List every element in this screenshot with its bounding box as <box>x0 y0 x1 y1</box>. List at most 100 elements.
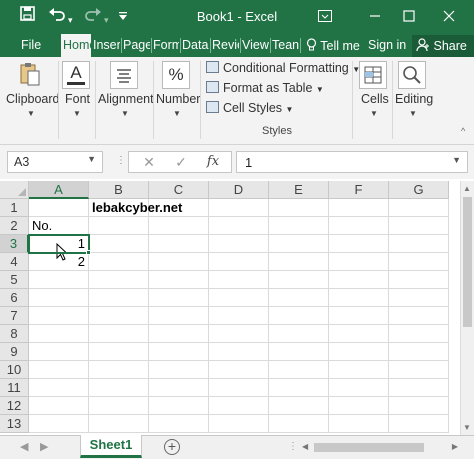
row-header-6[interactable]: 6 <box>0 289 29 307</box>
row-header-11[interactable]: 11 <box>0 379 29 397</box>
share-button[interactable]: Share <box>412 35 474 57</box>
cell-f2[interactable] <box>329 217 389 235</box>
tab-formulas[interactable]: Form <box>153 38 179 52</box>
cell-b3[interactable] <box>89 235 149 253</box>
collapse-ribbon-icon[interactable]: ^ <box>461 126 465 136</box>
cell-a3[interactable]: 1 <box>28 234 90 254</box>
row-header-13[interactable]: 13 <box>0 415 29 433</box>
tab-insert[interactable]: Inser <box>93 38 120 52</box>
cell-c2[interactable] <box>149 217 209 235</box>
number-dropdown-icon[interactable]: ▼ <box>173 109 181 118</box>
column-header-d[interactable]: D <box>209 181 269 199</box>
expand-formula-bar-icon[interactable]: ▼ <box>452 155 461 165</box>
cell-a6[interactable] <box>29 289 89 307</box>
cells-group-label[interactable]: Cells <box>361 92 389 106</box>
alignment-group-label[interactable]: Alignment <box>98 92 154 106</box>
cell-a12[interactable] <box>29 397 89 415</box>
fill-handle[interactable] <box>86 250 91 255</box>
cell-b1[interactable]: lebakcyber.net <box>89 199 182 217</box>
cell-d11[interactable] <box>209 379 269 397</box>
tab-review[interactable]: Revie <box>212 38 239 52</box>
cell-g11[interactable] <box>389 379 449 397</box>
cell-g10[interactable] <box>389 361 449 379</box>
scroll-left-icon[interactable]: ◀ <box>302 442 308 451</box>
cell-g12[interactable] <box>389 397 449 415</box>
next-sheet-icon[interactable]: ▶ <box>40 440 48 453</box>
cell-a9[interactable] <box>29 343 89 361</box>
cell-g6[interactable] <box>389 289 449 307</box>
row-header-2[interactable]: 2 <box>0 217 29 235</box>
cell-e1[interactable] <box>269 199 329 217</box>
cell-b13[interactable] <box>89 415 149 433</box>
cells-icon[interactable] <box>359 61 387 89</box>
scroll-down-icon[interactable]: ▼ <box>463 423 471 432</box>
format-as-table-button[interactable]: Format as Table ▼ <box>206 79 324 98</box>
cell-e5[interactable] <box>269 271 329 289</box>
add-sheet-icon[interactable]: + <box>164 439 180 455</box>
cell-e6[interactable] <box>269 289 329 307</box>
cell-g3[interactable] <box>389 235 449 253</box>
cell-a8[interactable] <box>29 325 89 343</box>
tab-home[interactable]: Home <box>61 34 91 57</box>
minimize-icon[interactable] <box>364 6 386 28</box>
cell-a2[interactable]: No. <box>29 217 89 235</box>
cancel-icon[interactable]: ✕ <box>133 152 165 172</box>
enter-check-icon[interactable]: ✓ <box>165 152 197 172</box>
cell-a7[interactable] <box>29 307 89 325</box>
worksheet-grid[interactable]: A B C D E F G 1 lebakcyber.net 2 No. 3 1 4 2 5 6 7 8 9 10 11 1… <box>0 181 460 435</box>
row-header-3[interactable]: 3 <box>0 235 29 253</box>
cell-a13[interactable] <box>29 415 89 433</box>
tab-page-layout[interactable]: Page <box>123 38 150 52</box>
row-header-9[interactable]: 9 <box>0 343 29 361</box>
cell-d3[interactable] <box>209 235 269 253</box>
tab-splitter[interactable]: ⋮ <box>288 441 298 452</box>
cell-f5[interactable] <box>329 271 389 289</box>
cell-d9[interactable] <box>209 343 269 361</box>
clipboard-dropdown-icon[interactable]: ▼ <box>27 109 35 118</box>
cell-g7[interactable] <box>389 307 449 325</box>
tab-data[interactable]: Data <box>182 38 209 52</box>
cell-c9[interactable] <box>149 343 209 361</box>
cells-dropdown-icon[interactable]: ▼ <box>370 109 378 118</box>
cell-b5[interactable] <box>89 271 149 289</box>
sheet-tab-sheet1[interactable]: Sheet1 <box>80 435 142 458</box>
cell-a1[interactable] <box>29 199 89 217</box>
cell-e9[interactable] <box>269 343 329 361</box>
cell-d13[interactable] <box>209 415 269 433</box>
font-dropdown-icon[interactable]: ▼ <box>73 109 81 118</box>
cell-g9[interactable] <box>389 343 449 361</box>
conditional-formatting-button[interactable]: Conditional Formatting ▼ <box>206 59 360 78</box>
ribbon-display-options-icon[interactable] <box>314 6 336 28</box>
cell-e4[interactable] <box>269 253 329 271</box>
row-header-10[interactable]: 10 <box>0 361 29 379</box>
cell-c6[interactable] <box>149 289 209 307</box>
scroll-right-icon[interactable]: ▶ <box>452 442 458 451</box>
cell-c8[interactable] <box>149 325 209 343</box>
row-header-5[interactable]: 5 <box>0 271 29 289</box>
font-group-label[interactable]: Font <box>65 92 90 106</box>
cell-f7[interactable] <box>329 307 389 325</box>
prev-sheet-icon[interactable]: ◀ <box>20 440 28 453</box>
cell-c12[interactable] <box>149 397 209 415</box>
cell-f9[interactable] <box>329 343 389 361</box>
column-header-b[interactable]: B <box>89 181 149 199</box>
column-header-f[interactable]: F <box>329 181 389 199</box>
cell-f10[interactable] <box>329 361 389 379</box>
cell-e3[interactable] <box>269 235 329 253</box>
cell-c4[interactable] <box>149 253 209 271</box>
tab-view[interactable]: View <box>242 38 269 52</box>
cell-g5[interactable] <box>389 271 449 289</box>
cell-c5[interactable] <box>149 271 209 289</box>
vertical-scroll-thumb[interactable] <box>463 197 472 327</box>
cell-c11[interactable] <box>149 379 209 397</box>
cell-f4[interactable] <box>329 253 389 271</box>
cell-f6[interactable] <box>329 289 389 307</box>
cell-d8[interactable] <box>209 325 269 343</box>
row-header-12[interactable]: 12 <box>0 397 29 415</box>
cell-g4[interactable] <box>389 253 449 271</box>
cell-c10[interactable] <box>149 361 209 379</box>
scroll-up-icon[interactable]: ▲ <box>463 184 471 193</box>
horizontal-scrollbar[interactable]: ◀ ▶ <box>300 442 460 453</box>
formula-input[interactable]: 1 ▼ <box>236 151 468 173</box>
alignment-icon[interactable] <box>110 61 138 89</box>
